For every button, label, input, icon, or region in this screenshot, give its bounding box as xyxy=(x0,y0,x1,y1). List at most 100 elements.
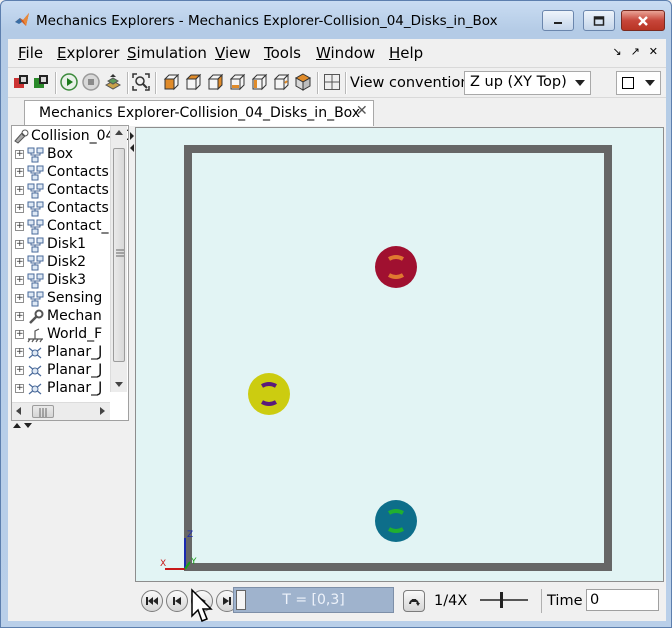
open-model-green-button[interactable] xyxy=(32,73,50,91)
toolbar-separator xyxy=(317,72,318,94)
expand-icon[interactable]: + xyxy=(15,276,24,285)
tab-label: Mechanics Explorer-Collision_04_Disks_in… xyxy=(39,105,361,121)
menu-bar: File Explorer Simulation View Tools Wind… xyxy=(8,39,666,67)
grid-layout-icon xyxy=(324,74,340,90)
cube-iso-icon xyxy=(294,73,312,91)
undock-icon[interactable]: ↘ xyxy=(612,45,621,58)
tree-horizontal-thumb[interactable] xyxy=(32,405,54,418)
disk-yellow xyxy=(248,373,290,415)
expand-icon[interactable]: + xyxy=(15,222,24,231)
playback-speed-label: 1/4X xyxy=(434,593,468,609)
time-input[interactable]: 0 xyxy=(586,589,659,611)
view-right-button[interactable] xyxy=(272,73,290,91)
world-frame-icon xyxy=(27,328,43,343)
step-button[interactable] xyxy=(104,73,122,91)
tab-close-icon[interactable]: ✕ xyxy=(356,103,368,119)
3d-viewport[interactable]: Z X Y xyxy=(135,127,664,582)
tree-vertical-scrollbar[interactable] xyxy=(110,126,127,392)
expand-icon[interactable]: + xyxy=(15,186,24,195)
subsystem-icon xyxy=(27,237,44,253)
loop-button[interactable] xyxy=(403,590,425,612)
planar-joint-icon xyxy=(28,383,42,395)
wrench-icon xyxy=(29,309,44,324)
speed-slider-thumb[interactable] xyxy=(500,592,503,608)
maximize-icon xyxy=(593,15,605,26)
expand-icon[interactable]: + xyxy=(15,294,24,303)
toolbar-separator xyxy=(55,72,56,94)
menu-window-controls: ↘ ↗ ✕ xyxy=(612,45,658,58)
menu-explorer[interactable]: Explorer xyxy=(57,44,119,62)
frame-display-dropdown[interactable] xyxy=(616,71,661,95)
expand-icon[interactable]: + xyxy=(15,312,24,321)
planar-joint-icon xyxy=(28,365,42,377)
dropdown-arrow-icon xyxy=(575,80,585,86)
cube-front-icon xyxy=(163,73,180,91)
step-back-button[interactable] xyxy=(166,590,188,612)
tree-item-label: World_F xyxy=(47,326,103,342)
view-left-button[interactable] xyxy=(250,73,268,91)
expand-icon[interactable]: + xyxy=(15,204,24,213)
time-slider[interactable]: T = [0,3] xyxy=(233,587,394,613)
menu-tools[interactable]: Tools xyxy=(264,44,301,62)
step-forward-icon xyxy=(223,597,231,605)
close-button[interactable] xyxy=(621,10,665,31)
open-model-button[interactable] xyxy=(12,73,30,91)
tree-vertical-thumb[interactable] xyxy=(113,148,125,362)
view-top-button[interactable] xyxy=(206,73,224,91)
tree-item-label: Mechan xyxy=(47,308,102,324)
view-front-button[interactable] xyxy=(162,73,180,91)
menu-window[interactable]: Window xyxy=(316,44,375,62)
scroll-left-icon[interactable] xyxy=(16,407,21,415)
maximize-button[interactable] xyxy=(583,10,615,31)
scroll-right-icon[interactable] xyxy=(100,407,105,415)
rewind-button[interactable] xyxy=(141,590,163,612)
expand-icon[interactable]: + xyxy=(15,168,24,177)
open-model-icon xyxy=(14,75,28,88)
view-convention-dropdown[interactable]: Z up (XY Top) xyxy=(464,71,591,95)
tree-item-label: Box xyxy=(47,146,74,162)
expand-icon[interactable]: + xyxy=(15,150,24,159)
disk-teal xyxy=(375,500,417,542)
menu-help[interactable]: Help xyxy=(389,44,423,62)
tree-item-label: Contacts xyxy=(47,182,109,198)
expand-icon[interactable]: + xyxy=(15,240,24,249)
expand-icon[interactable]: + xyxy=(15,348,24,357)
triad-x-label: X xyxy=(160,559,166,569)
subsystem-icon xyxy=(27,147,44,163)
layout-button[interactable] xyxy=(323,73,341,91)
menu-file[interactable]: File xyxy=(18,44,43,62)
view-back-button[interactable] xyxy=(184,73,202,91)
minimize-button[interactable] xyxy=(542,10,574,31)
menu-view[interactable]: View xyxy=(215,44,251,62)
layers-icon xyxy=(104,74,122,90)
time-label: Time xyxy=(547,593,583,609)
fit-to-view-button[interactable] xyxy=(132,73,150,91)
view-bottom-button[interactable] xyxy=(228,73,246,91)
speed-slider[interactable] xyxy=(478,588,530,612)
model-icon xyxy=(14,129,29,144)
restore-icon[interactable]: ↗ xyxy=(631,45,640,58)
run-button[interactable] xyxy=(60,73,78,91)
view-isometric-button[interactable] xyxy=(294,73,312,91)
expand-icon[interactable]: + xyxy=(15,258,24,267)
scroll-up-icon[interactable] xyxy=(115,130,123,135)
stop-button[interactable] xyxy=(82,73,100,91)
toolbar-separator xyxy=(155,72,156,94)
tree-horizontal-scrollbar[interactable] xyxy=(12,402,110,420)
scroll-down-icon[interactable] xyxy=(115,382,123,387)
time-range-label: T = [0,3] xyxy=(282,592,345,608)
tab-mechanics-explorer[interactable]: Mechanics Explorer-Collision_04_Disks_in… xyxy=(24,100,374,126)
step-back-icon xyxy=(173,597,181,605)
panel-collapse-toggle[interactable] xyxy=(12,421,36,431)
title-bar[interactable]: Mechanics Explorers - Mechanics Explorer… xyxy=(1,1,671,39)
expand-icon[interactable]: + xyxy=(15,384,24,393)
expand-icon[interactable]: + xyxy=(15,330,24,339)
grip-icon xyxy=(39,408,47,417)
menu-simulation[interactable]: Simulation xyxy=(127,44,207,62)
axis-triad-icon: Z X Y xyxy=(160,530,197,570)
square-icon xyxy=(622,77,634,89)
dropdown-arrow-icon xyxy=(645,80,655,86)
expand-icon[interactable]: + xyxy=(15,366,24,375)
cube-top-icon xyxy=(207,73,224,91)
close-doc-icon[interactable]: ✕ xyxy=(649,45,658,58)
